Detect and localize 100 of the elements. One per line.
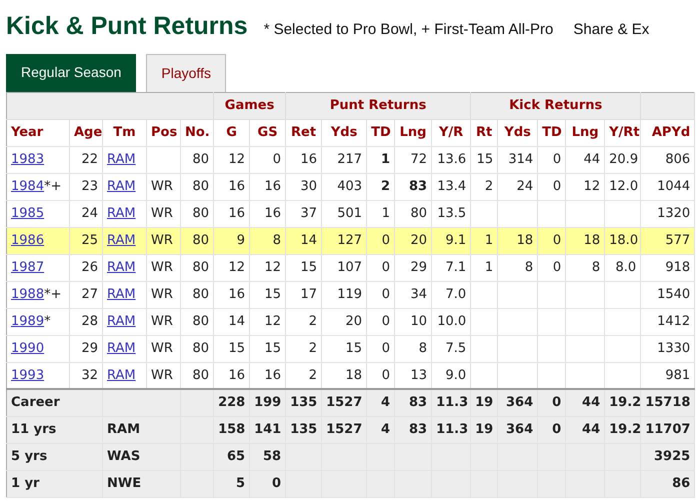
team-link[interactable]: RAM [107,314,136,329]
team-link[interactable]: RAM [107,368,136,382]
column-header[interactable]: Pos [151,124,178,140]
stat-value: 135 [290,422,318,437]
stat-value: 364 [506,395,534,410]
stat-value: 80 [192,152,210,167]
stat-value: 14 [228,314,246,329]
column-header[interactable]: Y/Rt [609,124,640,140]
stat-value: 9.0 [445,368,466,382]
tab[interactable]: Playoffs [146,54,226,92]
team-link[interactable]: RAM [107,286,136,302]
stat-value: 2 [308,368,318,382]
year-link[interactable]: 1984 [11,178,44,194]
stat-value: 72 [410,152,428,167]
stat-value: 7.0 [445,286,466,302]
stat-value: 80 [192,232,210,248]
stat-value: 403 [337,178,362,194]
share-link[interactable]: Share & Ex [573,19,650,42]
stat-value: 16 [300,152,318,167]
age-value: 22 [81,152,98,167]
stat-value: 44 [582,395,600,410]
age-value: 32 [81,368,98,382]
stat-value: 806 [665,152,690,167]
column-header[interactable]: Ret [291,124,316,140]
stat-value: 1330 [657,340,690,356]
stat-value: 8 [272,232,282,248]
stat-value: 24 [516,178,534,194]
column-header[interactable]: Y/R [439,124,464,140]
stat-value: 8 [524,260,534,275]
column-header[interactable]: No. [185,124,210,140]
stat-value: 2 [308,340,318,356]
column-header[interactable]: TD [542,124,562,140]
stat-value: 4 [381,422,390,437]
column-header[interactable]: Yds [330,124,358,140]
stat-value: 30 [300,178,318,194]
column-header[interactable]: G [226,124,237,140]
position-value: WR [151,286,173,302]
column-header[interactable]: APYd [652,124,690,140]
column-group-header: Punt Returns [330,98,426,113]
stat-value: 16 [264,178,282,194]
year-link[interactable]: 1989 [11,314,44,329]
stat-value: 44 [584,152,600,167]
year-link[interactable]: 1993 [11,368,44,382]
stat-value: 16 [228,178,246,194]
team-link[interactable]: RAM [107,260,136,275]
stat-value: 12 [264,260,282,275]
column-header[interactable]: Age [74,124,102,140]
stat-value: 37 [300,206,318,221]
team-link[interactable]: RAM [107,178,136,194]
team-link[interactable]: RAM [107,340,136,356]
year-link[interactable]: 1985 [11,206,44,221]
column-header[interactable]: Lng [400,124,426,140]
stat-value: 135 [290,395,318,410]
column-header[interactable]: Tm [113,124,136,140]
stat-value: 29 [410,260,428,275]
stat-value: 83 [408,395,428,410]
team-value: RAM [107,422,140,437]
stat-value: 65 [226,448,246,464]
position-value: WR [151,314,173,329]
stat-value: 20 [410,232,428,248]
year-link[interactable]: 1990 [11,340,44,356]
stat-value: 12.0 [609,178,638,194]
stat-value: 13.6 [437,152,466,167]
column-header[interactable]: Year [11,124,44,140]
stat-value: 0 [552,178,562,194]
position-value: WR [151,340,173,356]
stat-value: 19 [475,395,494,410]
stat-value: 34 [410,286,428,302]
section-title: Kick & Punt Returns [6,11,248,42]
age-value: 23 [81,178,98,194]
stat-value: 15 [264,286,282,302]
summary-label: 11 yrs [11,422,56,437]
column-header[interactable]: Yds [504,124,531,140]
team-link[interactable]: RAM [107,152,136,167]
year-link[interactable]: 1988 [11,286,44,302]
year-link[interactable]: 1983 [11,152,44,167]
column-header[interactable]: TD [371,124,391,140]
stat-value: 19 [475,422,494,437]
stat-value: 15 [346,340,362,356]
stat-value: 228 [218,395,246,410]
award-mark: *+ [44,178,62,194]
stat-value: 0 [272,152,282,167]
stat-value: 11.3 [436,395,468,410]
column-header[interactable]: Rt [476,124,492,140]
stat-value: 127 [337,232,362,248]
team-link[interactable]: RAM [107,206,136,221]
stat-value: 1 [484,260,494,275]
award-mark: * [44,314,51,329]
stat-value: 11707 [645,422,690,437]
tab[interactable]: Regular Season [6,54,136,92]
stat-value: 83 [408,178,428,194]
stat-value: 141 [254,422,282,437]
team-value: WAS [107,448,140,464]
stat-value: 1 [381,152,390,167]
column-header[interactable]: Lng [572,124,599,140]
stat-value: 0 [552,232,562,248]
year-link[interactable]: 1987 [11,260,44,275]
stat-value: 19.2 [609,395,642,410]
stat-value: 16 [228,368,246,382]
column-header[interactable]: GS [258,124,278,140]
